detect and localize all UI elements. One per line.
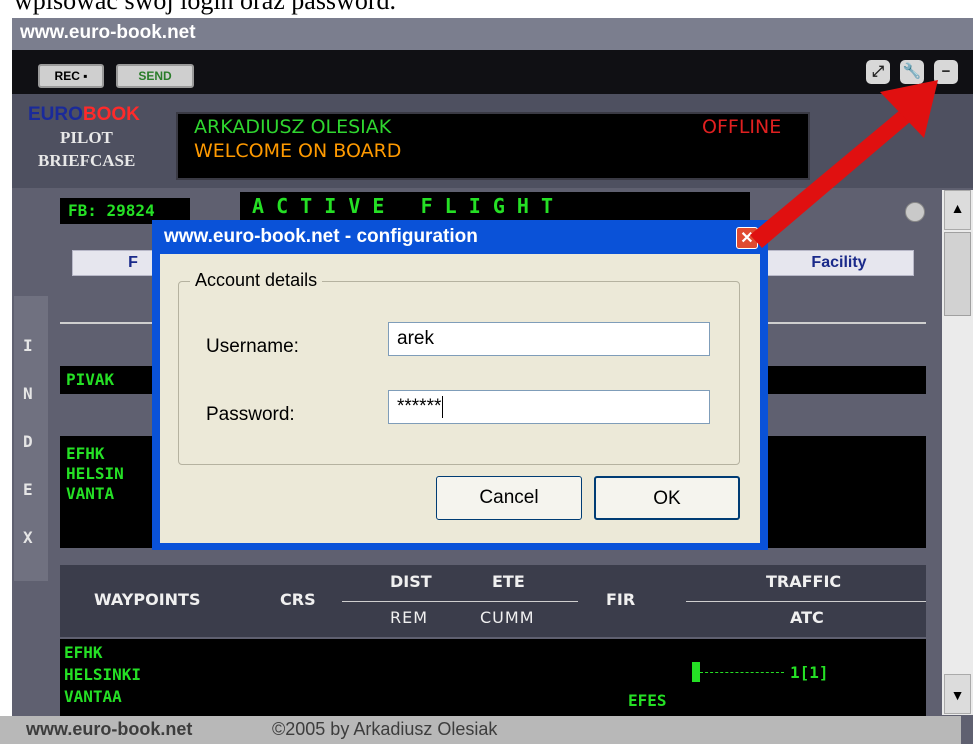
dialog-title: www.euro-book.net - configuration xyxy=(164,226,478,247)
password-input[interactable]: ****** xyxy=(388,390,710,424)
username-label: Username: xyxy=(206,336,299,357)
ok-button[interactable]: OK xyxy=(594,476,740,520)
send-button[interactable]: SEND xyxy=(116,64,194,88)
footer-site: www.euro-book.net xyxy=(26,719,193,739)
footer-copyright: ©2005 by Arkadiusz Olesiak xyxy=(272,719,498,739)
scroll-thumb[interactable] xyxy=(944,232,971,316)
password-value: ****** xyxy=(397,396,442,417)
annotation-arrow-icon xyxy=(750,80,938,248)
waypoint-fir: EFES xyxy=(628,691,667,710)
cancel-button[interactable]: Cancel xyxy=(436,476,582,520)
traffic-line xyxy=(700,672,784,673)
header-divider xyxy=(342,601,578,602)
origin-line: EFHK xyxy=(66,444,105,463)
waypoint-line: HELSINKI xyxy=(64,665,142,684)
rec-button[interactable]: REC ▪ xyxy=(38,64,104,88)
password-label: Password: xyxy=(206,404,295,425)
username-input[interactable]: arek xyxy=(388,322,710,356)
index-letter: I xyxy=(23,336,33,355)
brand-logo: EUROBOOK xyxy=(28,104,140,126)
col-dist: DIST xyxy=(390,572,432,591)
col-ete: ETE xyxy=(492,572,525,591)
col-cumm: CUMM xyxy=(480,608,535,627)
col-atc: ATC xyxy=(790,608,824,627)
col-rem: REM xyxy=(390,608,429,627)
brand-euro: EURO xyxy=(28,104,83,125)
index-letter: X xyxy=(23,528,33,547)
brand-pilot: PILOT xyxy=(60,128,113,147)
col-fir: FIR xyxy=(606,590,636,609)
brand-book: BOOK xyxy=(82,104,140,125)
traffic-count: 1[1] xyxy=(790,663,829,682)
facility-button[interactable]: Facility xyxy=(764,250,914,276)
active-flight-banner: A C T I V E F L I G H T xyxy=(240,192,750,220)
waypoint-line: VANTAA xyxy=(64,687,122,706)
app-footer: www.euro-book.net ©2005 by Arkadiusz Ole… xyxy=(0,716,961,744)
waypoint-line: EFHK xyxy=(64,643,103,662)
index-letter: D xyxy=(23,432,33,451)
traffic-bar-icon xyxy=(692,662,700,682)
pilot-name: ARKADIUSZ OLESIAK xyxy=(194,116,392,138)
index-letter: E xyxy=(23,480,33,499)
waypoint-row[interactable]: EFHK HELSINKI VANTAA EFES 1[1] xyxy=(60,639,926,716)
text-cursor xyxy=(442,395,444,418)
scroll-up-button[interactable]: ▲ xyxy=(944,190,971,230)
group-legend: Account details xyxy=(190,270,323,291)
scroll-down-button[interactable]: ▼ xyxy=(944,674,971,714)
app-titlebar: www.euro-book.net xyxy=(12,18,973,50)
index-letter: N xyxy=(23,384,33,403)
account-details-group xyxy=(178,281,740,465)
welcome-text: WELCOME ON BOARD xyxy=(194,140,402,162)
brand-briefcase: BRIEFCASE xyxy=(38,151,136,170)
origin-line: VANTA xyxy=(66,484,115,503)
col-crs: CRS xyxy=(280,590,316,609)
col-waypoints: WAYPOINTS xyxy=(94,590,201,609)
page-caption: wpisować swój login oraz password. xyxy=(14,0,396,15)
app-title: www.euro-book.net xyxy=(20,22,196,43)
header-divider xyxy=(686,601,926,602)
origin-line: HELSIN xyxy=(66,464,124,483)
col-traffic: TRAFFIC xyxy=(766,572,842,591)
